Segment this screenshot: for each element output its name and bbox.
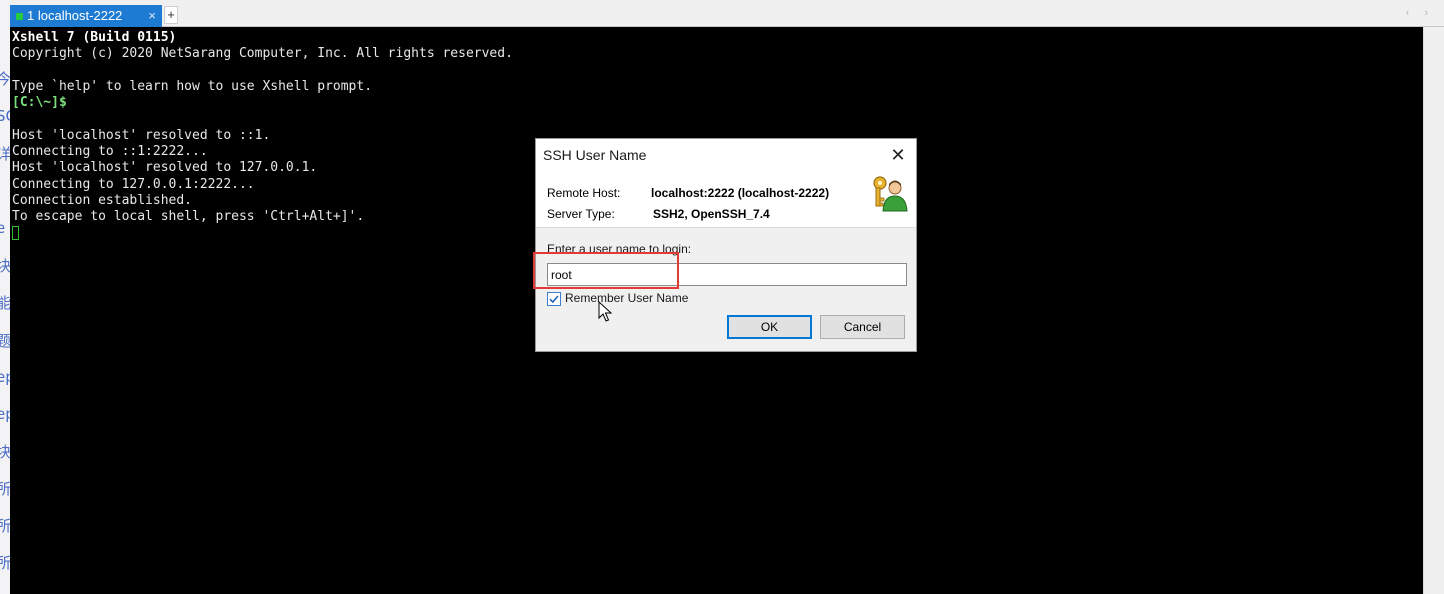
username-input[interactable] [547, 263, 907, 286]
terminal-scrollbar[interactable] [1423, 27, 1444, 594]
mouse-pointer-icon [598, 301, 612, 322]
background-glyph: ep [0, 405, 10, 423]
terminal-line: Copyright (c) 2020 NetSarang Computer, I… [12, 46, 513, 62]
tab-close-icon[interactable]: × [148, 5, 156, 27]
server-type-value: SSH2, OpenSSH_7.4 [653, 207, 770, 221]
user-keys-icon [873, 176, 908, 212]
remote-host-value: localhost:2222 (localhost-2222) [651, 186, 830, 200]
background-glyph: ep [0, 368, 10, 386]
background-glyph: 详 [0, 145, 10, 163]
terminal-prompt: [C:\~]$ [12, 95, 67, 111]
new-tab-button[interactable]: + [164, 6, 178, 24]
ok-button[interactable]: OK [727, 315, 812, 339]
connection-info: Remote Host: localhost:2222 (localhost-2… [536, 173, 916, 227]
remember-username-label[interactable]: Remember User Name [565, 291, 688, 305]
background-glyph: SC [0, 107, 10, 125]
tab-localhost-2222[interactable]: 1 localhost-2222 × [10, 5, 162, 27]
ssh-user-name-dialog: SSH User Name ✕ Remote Host: localhost:2… [533, 138, 917, 352]
background-page-strip: 今 SC 详 e 块 能 题 ep ep 块 所 所 所 [0, 0, 10, 594]
background-glyph: 所 [0, 480, 10, 498]
background-glyph: 能 [0, 294, 10, 312]
background-glyph: 所 [0, 554, 10, 572]
terminal-output: Xshell 7 (Build 0115) Copyright (c) 2020 … [12, 30, 513, 243]
tab-label: 1 localhost-2222 [27, 8, 123, 23]
terminal-line: Host 'localhost' resolved to 127.0.0.1. [12, 160, 318, 176]
server-type-label: Server Type: [547, 207, 615, 221]
terminal-line: Connecting to ::1:2222... [12, 144, 208, 160]
cancel-button[interactable]: Cancel [820, 315, 905, 339]
background-glyph: 今 [0, 70, 10, 88]
background-glyph: 块 [0, 443, 10, 461]
terminal-line: Xshell 7 (Build 0115) [12, 30, 177, 45]
background-glyph: e [0, 219, 6, 237]
username-prompt: Enter a user name to login: [547, 242, 692, 256]
login-form: Enter a user name to login: Remember Use… [533, 228, 916, 351]
tab-scroll-arrows[interactable]: ‹ › [1406, 7, 1434, 19]
terminal-line: Connection established. [12, 192, 193, 208]
background-glyph: 题 [0, 332, 10, 350]
dialog-title: SSH User Name [543, 147, 647, 163]
terminal-line: Connecting to 127.0.0.1:2222... [12, 176, 255, 192]
background-glyph: 块 [0, 257, 10, 275]
remember-username-checkbox[interactable] [547, 292, 561, 306]
terminal-line: To escape to local shell, press 'Ctrl+Al… [12, 209, 365, 225]
close-icon[interactable]: ✕ [886, 144, 910, 166]
connection-status-icon [16, 13, 23, 20]
terminal-cursor [12, 225, 19, 240]
terminal-line: Host 'localhost' resolved to ::1. [12, 127, 271, 143]
checkmark-icon [549, 295, 559, 304]
background-glyph: 所 [0, 517, 10, 535]
terminal-line: Type `help' to learn how to use Xshell p… [12, 78, 373, 94]
session-tab-bar: 1 localhost-2222 × + ‹ › [10, 0, 1444, 27]
remote-host-label: Remote Host: [547, 186, 621, 200]
